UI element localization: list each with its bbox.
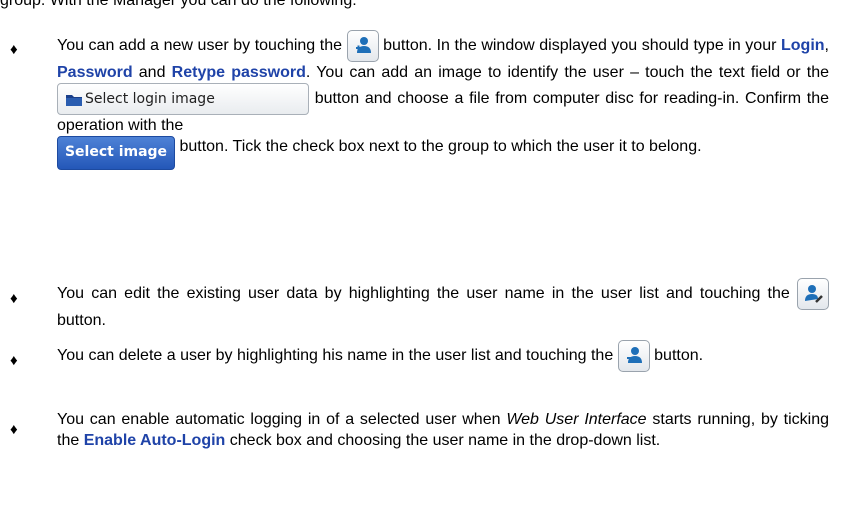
edit-user-button[interactable] [797,278,829,310]
intro-text: group. With the Manager you can do the f… [0,0,357,9]
select-image-button[interactable]: Select image [57,136,175,170]
delete-user-button[interactable] [617,340,650,372]
comma-text: , [824,37,829,55]
edit-user-text-2: button. [57,312,106,329]
login-term: Login [781,37,825,55]
bullet-edit-user: You can edit the existing user data by h… [57,278,829,331]
and-text: and [138,64,166,81]
select-image-label: Select image [64,144,168,160]
bullet-marker: ♦ [10,41,18,58]
add-user-text-2: button. In the window displayed you shou… [383,37,777,55]
delete-user-text-2: button. [654,347,704,365]
manual-page: group. With the Manager you can do the f… [0,0,862,507]
auto-login-text-1: You can enable automatic logging in of a… [57,411,501,428]
bullet-marker: ♦ [10,290,18,307]
bullet-auto-login: You can enable automatic logging in of a… [57,409,829,451]
web-user-interface-term: Web User Interface [506,411,647,428]
bullet-marker: ♦ [10,421,18,438]
edit-user-text-1: You can edit the existing user data by h… [57,285,790,303]
select-login-image-button[interactable]: Select login image [57,83,309,115]
add-user-text-3: . You can add an image to identify the u… [305,64,830,81]
password-term: Password [57,64,133,81]
add-user-text-1: You can add a new user by touching the [57,37,342,55]
auto-login-text-3: check box and choosing the user name in … [229,432,661,449]
bullet-marker: ♦ [10,352,18,369]
delete-user-text-1: You can delete a user by highlighting hi… [57,347,614,365]
select-login-image-label: Select login image [85,91,215,107]
retype-password-term: Retype password [171,64,306,81]
add-user-text-5: button. Tick the check box next to the g… [179,138,702,155]
bullet-add-user: You can add a new user by touching the b… [57,30,829,170]
enable-auto-login-term: Enable Auto-Login [83,432,226,449]
add-user-button[interactable] [346,30,379,62]
bullet-delete-user: You can delete a user by highlighting hi… [57,340,829,372]
folder-icon [66,95,82,106]
